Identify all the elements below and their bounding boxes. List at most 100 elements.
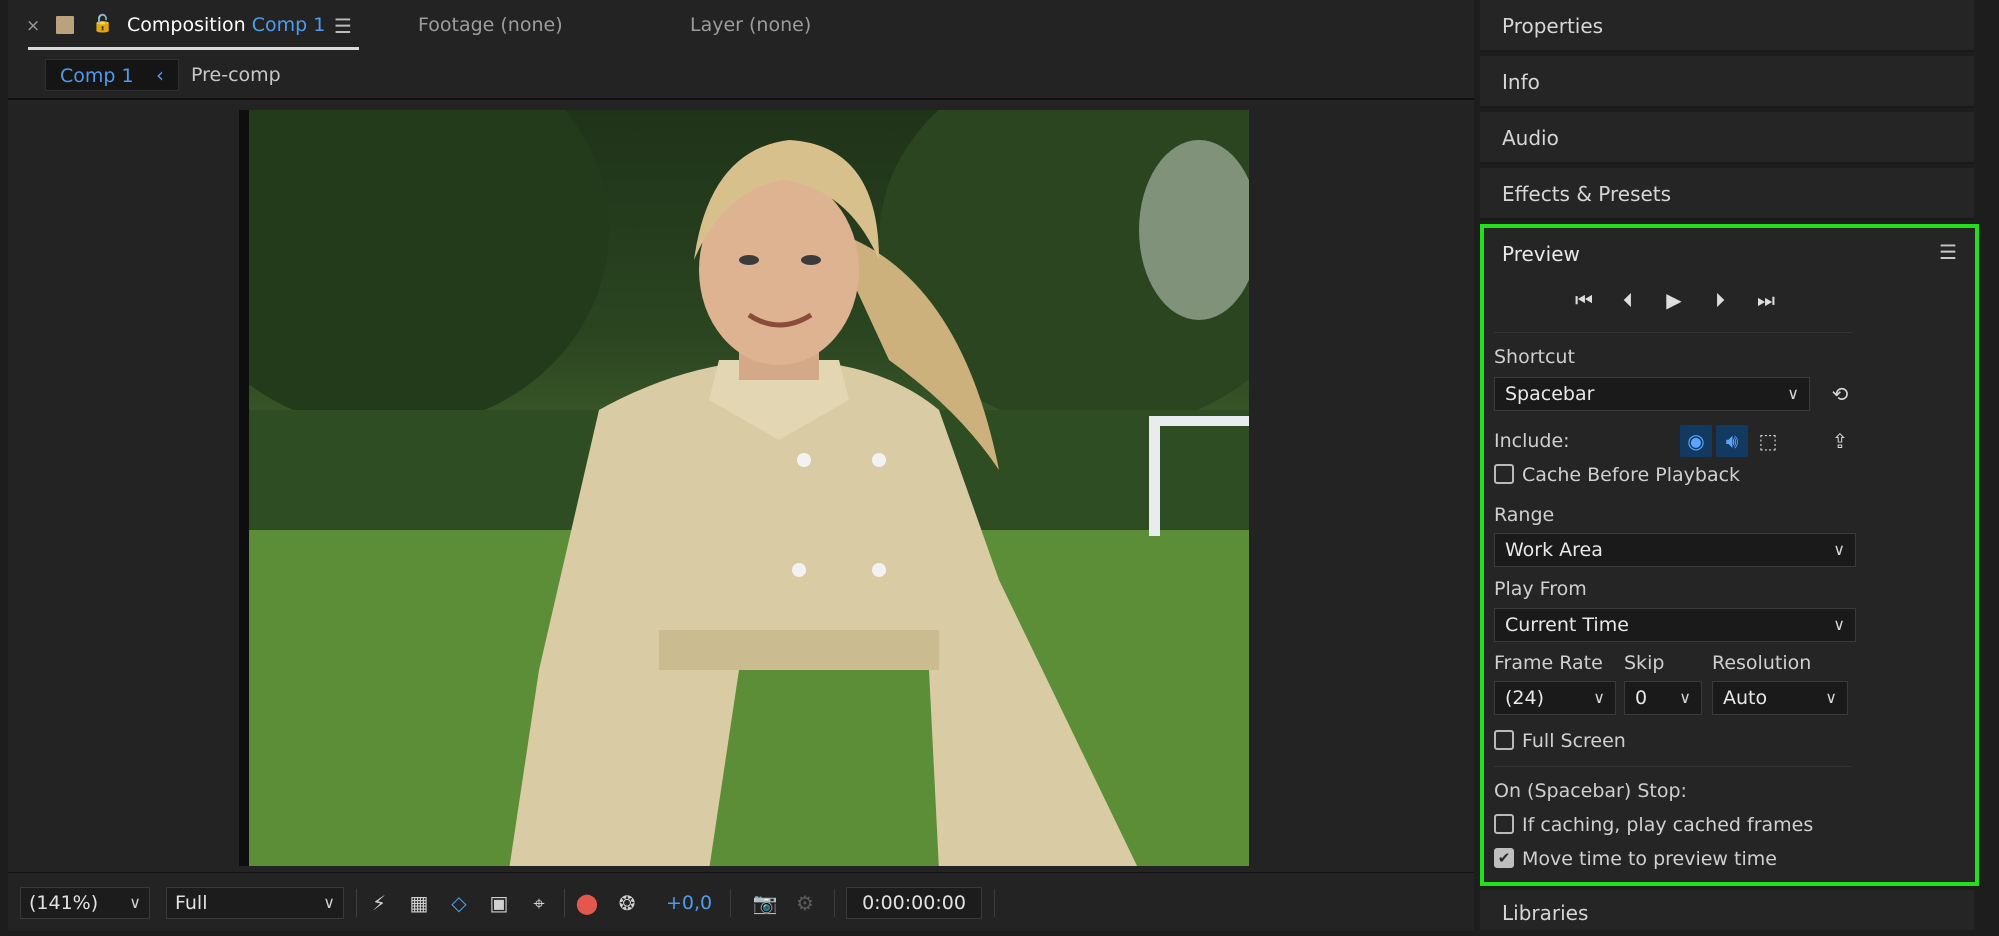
- libraries-panel-header[interactable]: Libraries: [1480, 890, 1974, 930]
- composition-frame-image: [239, 110, 1249, 866]
- resolution-value: Auto: [1723, 687, 1768, 709]
- frame-left-edge: [239, 110, 249, 866]
- first-frame-icon[interactable]: ⏮: [1566, 282, 1602, 318]
- chevron-down-icon: ∨: [323, 893, 335, 912]
- lock-icon[interactable]: 🔓: [92, 14, 113, 34]
- checkbox-box: [1494, 463, 1514, 484]
- grid-guides-icon[interactable]: ⌖: [524, 887, 554, 919]
- move-time-label: Move time to preview time: [1522, 848, 1777, 870]
- play-from-label: Play From: [1494, 578, 1587, 600]
- preview-panel: Preview ☰ ⏮ ⏴︎ ▶︎ ⏵︎ ⏭ Shortcut Spacebar…: [1480, 224, 1979, 886]
- divider: [1494, 766, 1852, 767]
- play-from-value: Current Time: [1505, 614, 1629, 636]
- panel-menu-icon[interactable]: ☰: [334, 14, 352, 38]
- if-caching-label: If caching, play cached frames: [1522, 814, 1814, 836]
- chevron-down-icon: ∨: [1833, 540, 1845, 559]
- timecode-value: 0:00:00:00: [862, 892, 966, 914]
- viewer-toolbar: (141%) ∨ Full ∨ ⚡ ▦ ◇ ▣ ⌖ ⬤ ❂ +0,0 📷 ⚙ 0…: [8, 872, 1474, 931]
- tab-footage[interactable]: Footage (none): [418, 14, 563, 36]
- label-color-swatch[interactable]: [56, 16, 74, 34]
- composition-breadcrumb: Comp 1 ‹ Pre-comp: [8, 54, 1474, 100]
- transport-controls: ⏮ ⏴︎ ▶︎ ⏵︎ ⏭: [1566, 282, 1775, 318]
- show-snapshot-icon[interactable]: ⚙: [790, 887, 820, 919]
- preview-panel-title: Preview: [1502, 242, 1580, 266]
- last-frame-icon[interactable]: ⏭: [1748, 282, 1784, 318]
- fast-previews-icon[interactable]: ⚡: [364, 887, 394, 919]
- snapshot-camera-icon[interactable]: 📷: [750, 887, 780, 919]
- tab-composition-name: Comp 1: [251, 14, 326, 36]
- panel-menu-icon[interactable]: ☰: [1939, 240, 1957, 264]
- export-icon[interactable]: ⇪: [1824, 425, 1856, 457]
- mask-path-visibility-icon[interactable]: ◇: [444, 887, 474, 919]
- magnification-dropdown[interactable]: (141%) ∨: [20, 887, 150, 919]
- resolution-dropdown[interactable]: Full ∨: [166, 887, 344, 919]
- active-tab-indicator: [28, 47, 359, 50]
- region-of-interest-icon[interactable]: ▣: [484, 887, 514, 919]
- checkmark-icon: ✔: [1494, 847, 1514, 868]
- chevron-down-icon: ∨: [1787, 384, 1799, 403]
- close-tab-icon[interactable]: ×: [26, 16, 40, 36]
- skip-value: 0: [1635, 687, 1648, 709]
- goal-crossbar: [1149, 416, 1249, 426]
- full-screen-label: Full Screen: [1522, 730, 1626, 752]
- toolbar-divider: [994, 889, 995, 917]
- properties-panel-header[interactable]: Properties: [1480, 0, 1974, 52]
- chevron-down-icon: ∨: [1593, 688, 1605, 707]
- shortcut-label: Shortcut: [1494, 346, 1575, 368]
- composition-viewer[interactable]: [8, 100, 1474, 872]
- toolbar-divider: [834, 889, 835, 917]
- frame-rate-dropdown[interactable]: (24) ∨: [1494, 681, 1616, 715]
- move-time-checkbox[interactable]: ✔ Move time to preview time: [1494, 847, 1777, 870]
- next-frame-icon[interactable]: ⏵︎: [1702, 282, 1738, 318]
- include-label: Include:: [1494, 430, 1570, 452]
- cache-before-playback-checkbox[interactable]: Cache Before Playback: [1494, 463, 1741, 486]
- color-management-icon[interactable]: ❂: [612, 887, 642, 919]
- include-overlays-icon[interactable]: ⬚: [1752, 425, 1784, 457]
- include-audio-speaker-icon[interactable]: 🔊︎: [1716, 425, 1748, 457]
- audio-panel-header[interactable]: Audio: [1480, 112, 1974, 164]
- transparency-grid-icon[interactable]: ▦: [404, 887, 434, 919]
- frame-rate-value: (24): [1505, 687, 1545, 709]
- resolution-dropdown[interactable]: Auto ∨: [1712, 681, 1848, 715]
- skip-dropdown[interactable]: 0 ∨: [1624, 681, 1702, 715]
- coat-belt: [659, 630, 939, 670]
- range-value: Work Area: [1505, 539, 1603, 561]
- range-label: Range: [1494, 504, 1555, 526]
- include-video-eye-icon[interactable]: ◉: [1680, 425, 1712, 457]
- play-icon[interactable]: ▶︎: [1656, 282, 1692, 318]
- channels-icon[interactable]: ⬤: [572, 887, 602, 919]
- checkbox-box: [1494, 813, 1514, 834]
- effects-presets-panel-header[interactable]: Effects & Presets: [1480, 168, 1974, 220]
- range-dropdown[interactable]: Work Area ∨: [1494, 533, 1856, 567]
- toolbar-divider: [356, 889, 357, 917]
- reset-icon[interactable]: ⟲: [1824, 378, 1856, 410]
- if-caching-checkbox[interactable]: If caching, play cached frames: [1494, 813, 1814, 836]
- cache-before-playback-label: Cache Before Playback: [1522, 464, 1741, 486]
- shortcut-dropdown[interactable]: Spacebar ∨: [1494, 377, 1810, 411]
- chevron-left-icon: ‹: [156, 63, 164, 87]
- eye-left: [739, 255, 759, 265]
- chevron-down-icon: ∨: [1825, 688, 1837, 707]
- tab-composition-prefix: Composition: [127, 14, 246, 36]
- eye-right: [801, 255, 821, 265]
- coat-button: [872, 563, 886, 577]
- current-time-display[interactable]: 0:00:00:00: [846, 887, 982, 919]
- previous-frame-icon[interactable]: ⏴︎: [1610, 282, 1646, 318]
- exposure-value[interactable]: +0,0: [666, 887, 712, 919]
- magnification-value: (141%): [29, 892, 99, 914]
- on-stop-label: On (Spacebar) Stop:: [1494, 780, 1687, 802]
- full-screen-checkbox[interactable]: Full Screen: [1494, 729, 1626, 752]
- info-panel-header[interactable]: Info: [1480, 56, 1974, 108]
- right-panel-column: Properties Info Audio Effects & Presets …: [1478, 0, 1999, 930]
- chevron-down-icon: ∨: [1679, 688, 1691, 707]
- goal-post: [1149, 416, 1160, 536]
- coat-button: [797, 453, 811, 467]
- resolution-value: Full: [175, 892, 208, 914]
- tab-composition[interactable]: Composition Comp 1: [127, 14, 325, 36]
- play-from-dropdown[interactable]: Current Time ∨: [1494, 608, 1856, 642]
- checkbox-box: [1494, 729, 1514, 750]
- breadcrumb-pre-comp[interactable]: Pre-comp: [191, 59, 281, 91]
- trees-left: [239, 110, 609, 430]
- skip-label: Skip: [1624, 652, 1665, 674]
- tab-layer[interactable]: Layer (none): [690, 14, 811, 36]
